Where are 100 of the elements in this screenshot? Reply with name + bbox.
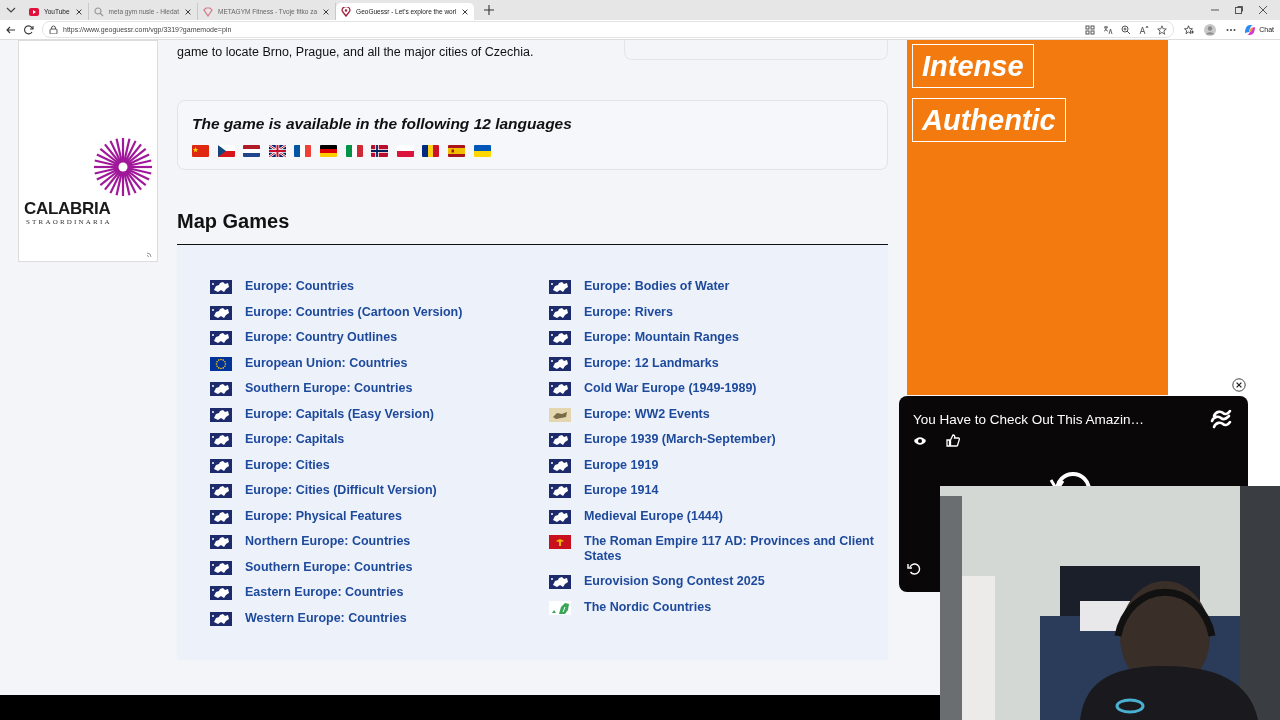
- close-icon[interactable]: [1232, 378, 1246, 392]
- game-link[interactable]: Europe: Capitals: [245, 432, 345, 447]
- game-link[interactable]: Europe: Rivers: [584, 304, 673, 320]
- game-link[interactable]: Europe: Bodies of Water: [584, 279, 730, 294]
- flag-icon[interactable]: [243, 145, 261, 157]
- flag-icon[interactable]: [268, 145, 286, 157]
- tab-list-icon[interactable]: [6, 5, 16, 15]
- game-link[interactable]: Southern Europe: Countries: [245, 559, 413, 575]
- close-icon[interactable]: [74, 7, 83, 16]
- flag-icon[interactable]: [294, 145, 312, 157]
- game-link[interactable]: Northern Europe: Countries: [245, 534, 411, 549]
- flag-icon[interactable]: [371, 145, 389, 157]
- flag-icon[interactable]: [319, 145, 337, 157]
- game-link[interactable]: Europe: WW2 Events: [584, 406, 710, 422]
- europe-map-icon: [210, 560, 232, 575]
- video-title: You Have to Check Out This Amazin…: [913, 411, 1145, 427]
- europe-map-icon: [210, 535, 232, 549]
- game-link[interactable]: Europe: Cities (Difficult Version): [245, 483, 437, 498]
- restore-icon[interactable]: [1234, 5, 1244, 15]
- lock-icon: [49, 25, 58, 34]
- roman-banner-icon: [549, 535, 571, 549]
- game-link[interactable]: Western Europe: Countries: [245, 610, 407, 626]
- game-link[interactable]: The Roman Empire 117 AD: Provinces and Client States: [584, 534, 874, 564]
- map-icon: [549, 407, 571, 422]
- europe-map-icon: [210, 331, 232, 345]
- flag-icon[interactable]: [447, 145, 465, 157]
- translate-icon[interactable]: [1103, 24, 1114, 35]
- game-link[interactable]: Europe: Country Outlines: [245, 330, 398, 345]
- europe-map-icon: [210, 611, 232, 626]
- brand-logo-text: CALABRIA: [24, 200, 111, 218]
- sunburst-logo-icon: [93, 137, 155, 199]
- close-icon[interactable]: [1258, 5, 1268, 15]
- game-link[interactable]: Europe 1914: [584, 483, 659, 498]
- europe-map-icon: [549, 382, 571, 396]
- europe-map-icon: [210, 586, 232, 600]
- game-link[interactable]: Europe: Physical Features: [245, 508, 402, 524]
- copilot-icon: [1244, 23, 1257, 36]
- back-icon[interactable]: [6, 24, 16, 35]
- close-icon[interactable]: [461, 7, 470, 16]
- game-link[interactable]: Europe: 12 Landmarks: [584, 355, 719, 371]
- game-link[interactable]: Medieval Europe (1444): [584, 508, 723, 524]
- game-link[interactable]: Europe: Capitals (Easy Version): [245, 406, 434, 422]
- nordic-map-icon: [549, 600, 571, 615]
- europe-map-icon: [210, 382, 232, 396]
- game-link[interactable]: Europe 1939 (March-September): [584, 432, 776, 447]
- europe-map-icon: [549, 484, 571, 498]
- game-link[interactable]: Europe: Mountain Ranges: [584, 330, 739, 345]
- europe-map-icon: [210, 484, 232, 498]
- europe-map-icon: [549, 331, 571, 345]
- game-link[interactable]: Southern Europe: Countries: [245, 381, 413, 396]
- replay-icon[interactable]: [907, 562, 921, 576]
- flag-icon[interactable]: [473, 145, 491, 157]
- apps-icon[interactable]: [1085, 24, 1096, 35]
- pin-icon: [341, 6, 352, 17]
- search-icon: [93, 6, 104, 17]
- favorites-icon[interactable]: [1184, 24, 1195, 35]
- game-link[interactable]: Cold War Europe (1949-1989): [584, 381, 757, 396]
- europe-map-icon: [549, 356, 571, 371]
- reload-icon[interactable]: [24, 24, 34, 35]
- europe-map-icon: [210, 407, 232, 422]
- game-link[interactable]: Europe: Countries (Cartoon Version): [245, 304, 463, 320]
- europe-map-icon: [549, 280, 571, 294]
- europe-map-icon: [210, 509, 232, 524]
- flag-icon[interactable]: [217, 145, 235, 157]
- video-player[interactable]: You Have to Check Out This Amazin…: [899, 396, 1248, 486]
- eu-flag-icon: [210, 356, 232, 371]
- description-text: game to locate Brno, Prague, and all the major cities of Czechia.: [177, 44, 534, 60]
- zoom-icon[interactable]: [1121, 24, 1132, 35]
- game-link[interactable]: Eastern Europe: Countries: [245, 585, 404, 600]
- ad-word: Intense: [912, 44, 1034, 88]
- europe-map-icon: [210, 280, 232, 294]
- europe-map-icon: [549, 509, 571, 524]
- europe-map-icon: [549, 305, 571, 320]
- ad-choices-icon[interactable]: [146, 250, 154, 258]
- eye-icon[interactable]: [913, 435, 927, 446]
- europe-map-icon: [210, 458, 232, 473]
- youtube-icon: [29, 6, 39, 17]
- read-aloud-icon[interactable]: [1139, 24, 1150, 35]
- brand-logo-icon: [1210, 408, 1232, 430]
- close-icon[interactable]: [184, 7, 192, 16]
- diamond-icon: [203, 6, 213, 17]
- thumbs-up-icon[interactable]: [946, 434, 960, 447]
- game-link[interactable]: Europe: Countries: [245, 279, 355, 294]
- close-icon[interactable]: [322, 7, 331, 16]
- europe-map-icon: [210, 433, 232, 447]
- languages-heading: The game is available in the following 12 languages: [192, 115, 573, 133]
- flag-icon[interactable]: [422, 145, 440, 157]
- game-link[interactable]: Europe: Cities: [245, 457, 330, 473]
- game-link[interactable]: The Nordic Countries: [584, 599, 712, 615]
- profile-avatar-icon[interactable]: [1204, 23, 1217, 36]
- new-tab-icon[interactable]: [484, 5, 495, 15]
- game-link[interactable]: Eurovision Song Contest 2025: [584, 574, 765, 589]
- game-link[interactable]: Europe 1919: [584, 457, 659, 473]
- europe-map-icon: [210, 305, 232, 320]
- europe-map-icon: [549, 458, 571, 473]
- game-link[interactable]: European Union: Countries: [245, 355, 408, 371]
- europe-map-icon: [549, 433, 571, 447]
- star-icon[interactable]: [1157, 24, 1168, 35]
- europe-map-icon: [549, 575, 571, 589]
- ad-word: Authentic: [912, 98, 1066, 142]
